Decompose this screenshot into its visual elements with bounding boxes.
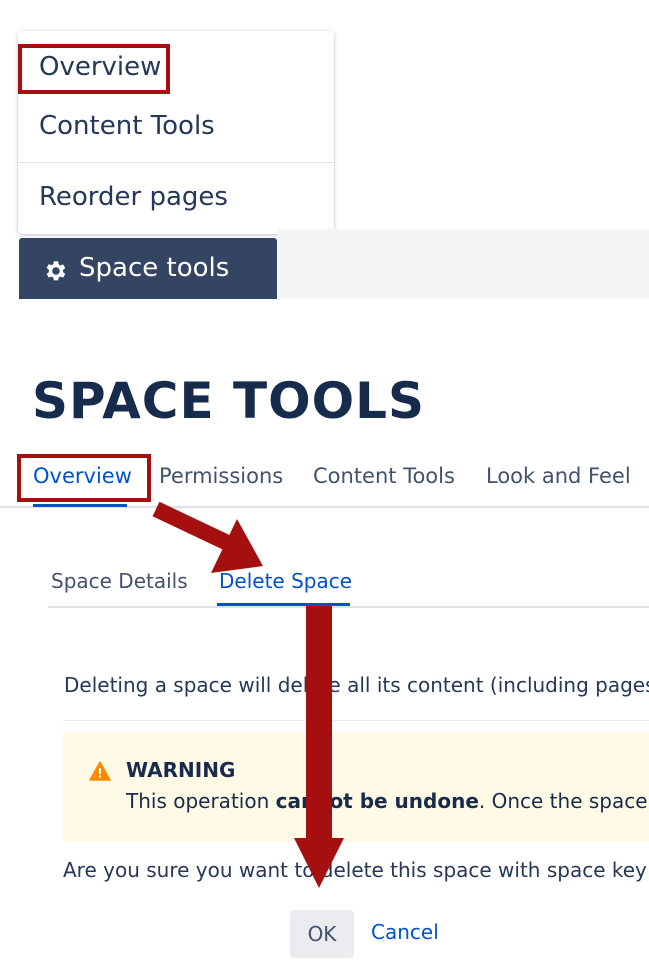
menu-item-content-tools[interactable]: Content Tools	[39, 111, 215, 141]
tab-look-and-feel[interactable]: Look and Feel	[486, 464, 631, 488]
cancel-link[interactable]: Cancel	[371, 920, 439, 944]
space-tools-button[interactable]: Space tools	[19, 238, 277, 299]
highlight-box-tab-overview	[17, 454, 151, 502]
tab-permissions[interactable]: Permissions	[159, 464, 283, 488]
warning-text-bold: cannot be undone	[275, 789, 479, 813]
sidebar-footer-bar	[278, 229, 649, 299]
active-subtab-indicator	[217, 603, 350, 606]
tab-content-tools[interactable]: Content Tools	[313, 464, 455, 488]
warning-text-before: This operation	[126, 789, 276, 813]
page-title: SPACE TOOLS	[32, 372, 426, 430]
space-tools-label: Space tools	[79, 253, 230, 283]
subtabs-divider	[48, 606, 649, 608]
ok-button[interactable]: OK	[290, 910, 354, 958]
warning-panel	[63, 732, 649, 842]
warning-title: WARNING	[126, 758, 236, 782]
menu-divider	[18, 162, 334, 163]
warning-triangle-icon	[89, 761, 111, 781]
section-divider	[63, 720, 649, 721]
subtab-delete-space[interactable]: Delete Space	[219, 569, 352, 593]
menu-item-reorder-pages[interactable]: Reorder pages	[39, 182, 228, 212]
gear-icon	[46, 261, 66, 281]
active-tab-indicator	[33, 504, 127, 507]
arrow-to-delete-space	[152, 501, 263, 573]
subtab-space-details[interactable]: Space Details	[51, 569, 188, 593]
confirm-question: Are you sure you want to delete this spa…	[63, 858, 647, 882]
warning-text-after: . Once the space	[478, 789, 648, 813]
delete-description: Deleting a space will delete all its con…	[64, 673, 649, 697]
warning-text: This operation cannot be undone. Once th…	[126, 789, 648, 813]
highlight-box-menu-overview	[18, 44, 170, 94]
